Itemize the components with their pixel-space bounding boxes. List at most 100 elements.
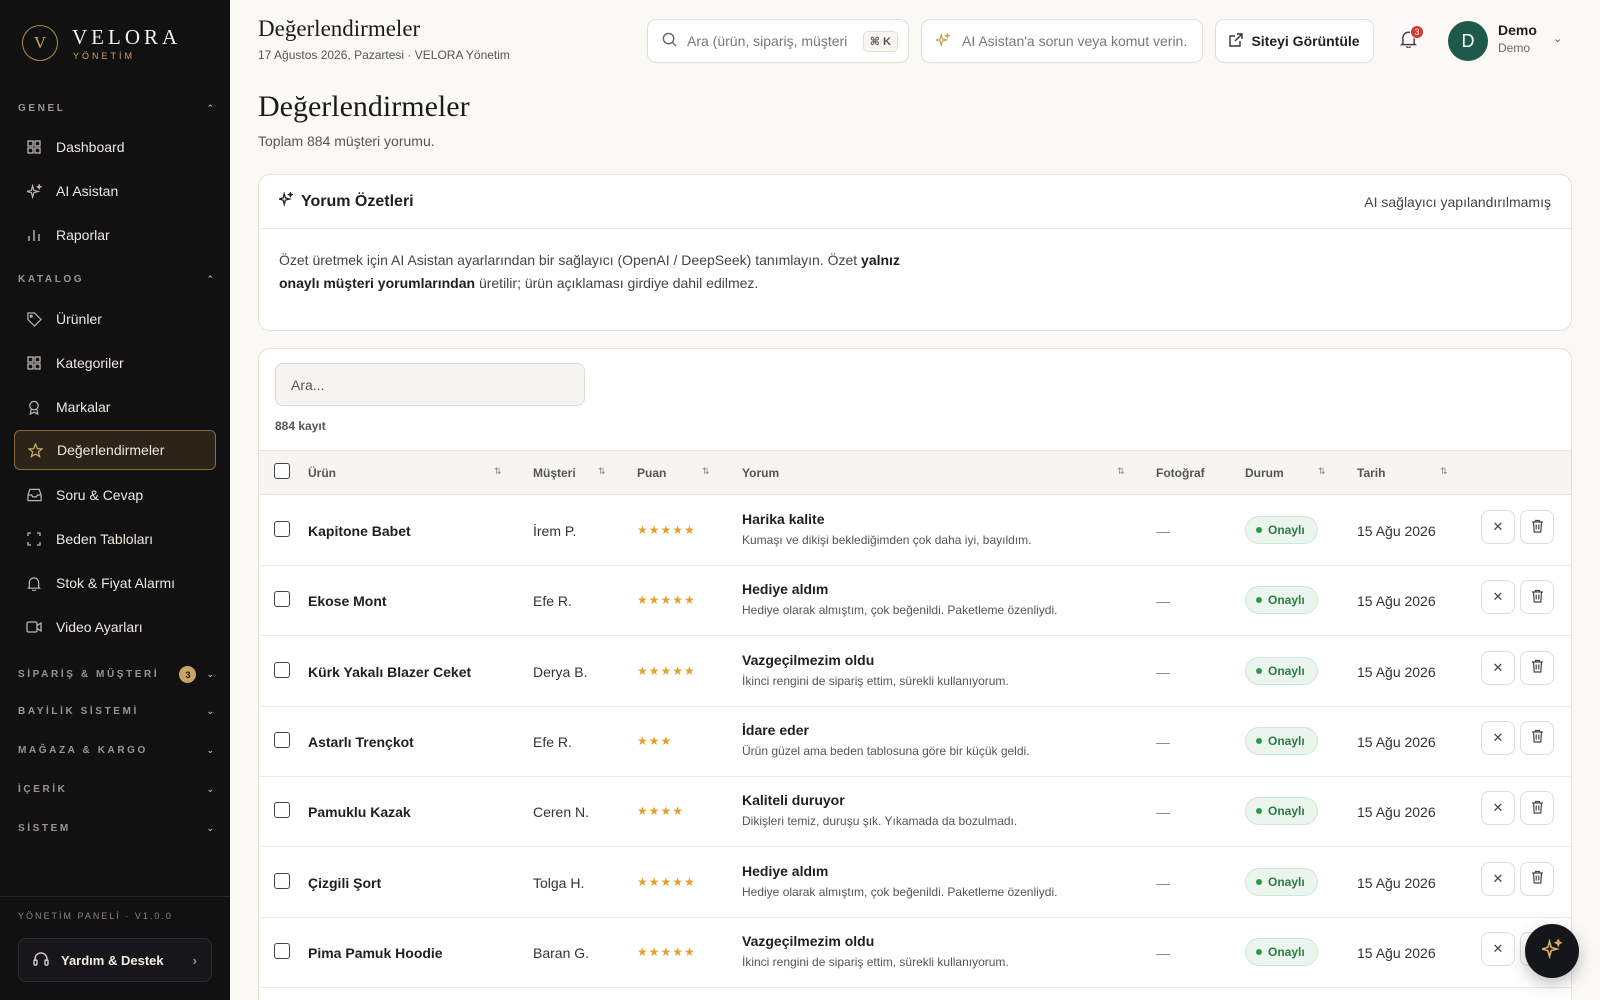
page-subtitle: Toplam 884 müşteri yorumu.	[258, 133, 435, 149]
delete-button[interactable]	[1520, 791, 1554, 826]
reject-button[interactable]: ✕	[1481, 580, 1515, 615]
section-genel[interactable]: GENEL ⌃	[18, 103, 214, 114]
row-checkbox[interactable]	[274, 661, 290, 678]
column-header-tarih[interactable]: Tarih	[1357, 466, 1385, 480]
section-siparis-musteri[interactable]: SİPARİŞ & MÜŞTERİ 3 ⌄	[18, 666, 214, 683]
delete-button[interactable]	[1520, 650, 1554, 685]
review-title: Hediye aldım	[742, 581, 829, 598]
row-checkbox[interactable]	[274, 942, 290, 959]
table-row: Pamuklu Kazak Ceren N. ★★★★ Kaliteli duruyo…	[259, 777, 1571, 848]
customer-name: Derya B.	[533, 663, 588, 680]
review-date: 15 Ağu 2026	[1357, 523, 1436, 539]
close-icon: ✕	[1492, 589, 1504, 605]
product-name[interactable]: Pamuklu Kazak	[308, 804, 411, 820]
delete-button[interactable]	[1520, 580, 1554, 615]
ai-command-input[interactable]: AI Asistan'a sorun veya komut verin...	[921, 19, 1203, 63]
sidebar-item-beden-tablolari[interactable]: Beden Tabloları	[14, 519, 216, 559]
user-name[interactable]: Demo	[1498, 22, 1537, 38]
rating-stars: ★★★★	[637, 804, 685, 819]
summary-title: Yorum Özetleri	[301, 192, 414, 210]
product-name[interactable]: Kürk Yakalı Blazer Ceket	[308, 664, 471, 680]
sidebar-item-ai-asistan[interactable]: AI Asistan	[14, 171, 216, 211]
column-header-musteri[interactable]: Müşteri	[533, 466, 576, 480]
sidebar-item-kategoriler[interactable]: Kategoriler	[14, 343, 216, 383]
sidebar-item-dashboard[interactable]: Dashboard	[14, 127, 216, 167]
view-site-button[interactable]: Siteyi Görüntüle	[1215, 19, 1374, 63]
status-label: Onaylı	[1268, 733, 1305, 748]
grid-icon	[26, 355, 42, 371]
column-header-durum[interactable]: Durum	[1245, 466, 1284, 480]
row-checkbox[interactable]	[274, 591, 290, 608]
sort-icon[interactable]: ⇅	[1440, 466, 1448, 477]
record-count: 884 kayıt	[275, 419, 326, 433]
sidebar-item-soru-cevap[interactable]: Soru & Cevap	[14, 475, 216, 515]
search-placeholder: Ara (ürün, sipariş, müşteri...	[687, 33, 847, 49]
row-checkbox[interactable]	[274, 872, 290, 889]
sidebar-item-urunler[interactable]: Ürünler	[14, 299, 216, 339]
delete-button[interactable]	[1520, 861, 1554, 896]
review-title: Harika kalite	[742, 511, 825, 527]
sidebar-item-raporlar[interactable]: Raporlar	[14, 215, 216, 255]
reject-button[interactable]: ✕	[1481, 791, 1515, 826]
reject-button[interactable]: ✕	[1481, 861, 1515, 896]
review-title: İdare eder	[742, 721, 809, 738]
sort-icon[interactable]: ⇅	[1117, 466, 1125, 477]
column-header-puan[interactable]: Puan	[637, 466, 666, 480]
help-support-button[interactable]: Yardım & Destek ›	[18, 938, 212, 982]
section-magaza-kargo[interactable]: MAĞAZA & KARGO ⌄	[18, 745, 214, 756]
customer-name: Efe R.	[533, 733, 572, 750]
sidebar-item-markalar[interactable]: Markalar	[14, 387, 216, 427]
section-katalog[interactable]: KATALOG ⌃	[18, 274, 214, 285]
status-label: Onaylı	[1268, 593, 1305, 608]
review-date: 15 Ağu 2026	[1357, 944, 1436, 961]
select-all-checkbox[interactable]	[274, 463, 290, 479]
reject-button[interactable]: ✕	[1481, 510, 1515, 544]
sidebar-item-stok-fiyat-alarmi[interactable]: Stok & Fiyat Alarmı	[14, 563, 216, 603]
avatar[interactable]: D	[1448, 21, 1488, 61]
status-dot	[1256, 737, 1262, 744]
sort-icon[interactable]: ⇅	[702, 466, 710, 477]
global-search-input[interactable]: Ara (ürün, sipariş, müşteri... ⌘ K	[647, 19, 909, 63]
row-checkbox[interactable]	[274, 731, 290, 748]
sidebar-item-video-ayarlari[interactable]: Video Ayarları	[14, 607, 216, 647]
section-icerik[interactable]: İÇERİK ⌄	[18, 784, 214, 795]
brand-logo[interactable]: V VELORA YÖNETİM	[22, 25, 181, 61]
chevron-down-icon[interactable]: ⌄	[1553, 32, 1562, 45]
delete-button[interactable]	[1520, 720, 1554, 755]
customer-name: Tolga H.	[533, 874, 585, 891]
product-name[interactable]: Çizgili Şort	[308, 875, 381, 891]
delete-button[interactable]	[1520, 510, 1554, 544]
reject-button[interactable]: ✕	[1481, 720, 1515, 755]
column-header-yorum[interactable]: Yorum	[742, 466, 779, 480]
sidebar-item-label: Dashboard	[56, 139, 125, 155]
view-site-label: Siteyi Görüntüle	[1251, 33, 1360, 49]
status-label: Onaylı	[1268, 804, 1305, 819]
column-header-urun[interactable]: Ürün	[308, 466, 336, 480]
product-name[interactable]: Astarlı Trençkot	[308, 734, 414, 750]
product-name[interactable]: Pima Pamuk Hoodie	[308, 945, 443, 961]
table-row: Ekose Mont Efe R. ★★★★★ Hediye aldım Hediye …	[259, 566, 1571, 637]
reject-button[interactable]: ✕	[1481, 931, 1515, 966]
row-checkbox[interactable]	[274, 802, 290, 819]
product-name[interactable]: Kapitone Babet	[308, 523, 411, 539]
sidebar-item-label: AI Asistan	[56, 183, 119, 199]
header-title: Değerlendirmeler	[258, 16, 421, 41]
sort-icon[interactable]: ⇅	[1318, 466, 1326, 477]
sidebar-item-degerlendirmeler[interactable]: Değerlendirmeler	[14, 430, 216, 470]
product-name[interactable]: Ekose Mont	[308, 593, 387, 609]
reject-button[interactable]: ✕	[1481, 650, 1515, 685]
close-icon: ✕	[1492, 729, 1504, 745]
video-icon	[26, 619, 42, 635]
table-search-input[interactable]: Ara...	[275, 363, 585, 406]
status-label: Onaylı	[1268, 874, 1305, 889]
chevron-up-icon: ⌃	[206, 103, 214, 113]
status-badge: Onaylı	[1245, 797, 1318, 826]
row-checkbox[interactable]	[274, 521, 290, 537]
review-text: Dikişleri temiz, duruşu şık. Yıkamada da…	[742, 814, 1018, 829]
sort-icon[interactable]: ⇅	[494, 466, 502, 477]
sort-icon[interactable]: ⇅	[598, 466, 606, 477]
section-bayilik-sistemi[interactable]: BAYİLİK SİSTEMİ ⌄	[18, 706, 214, 717]
ai-assistant-fab[interactable]	[1525, 924, 1579, 978]
chevron-down-icon: ⌄	[206, 784, 214, 794]
section-sistem[interactable]: SİSTEM ⌄	[18, 823, 214, 834]
